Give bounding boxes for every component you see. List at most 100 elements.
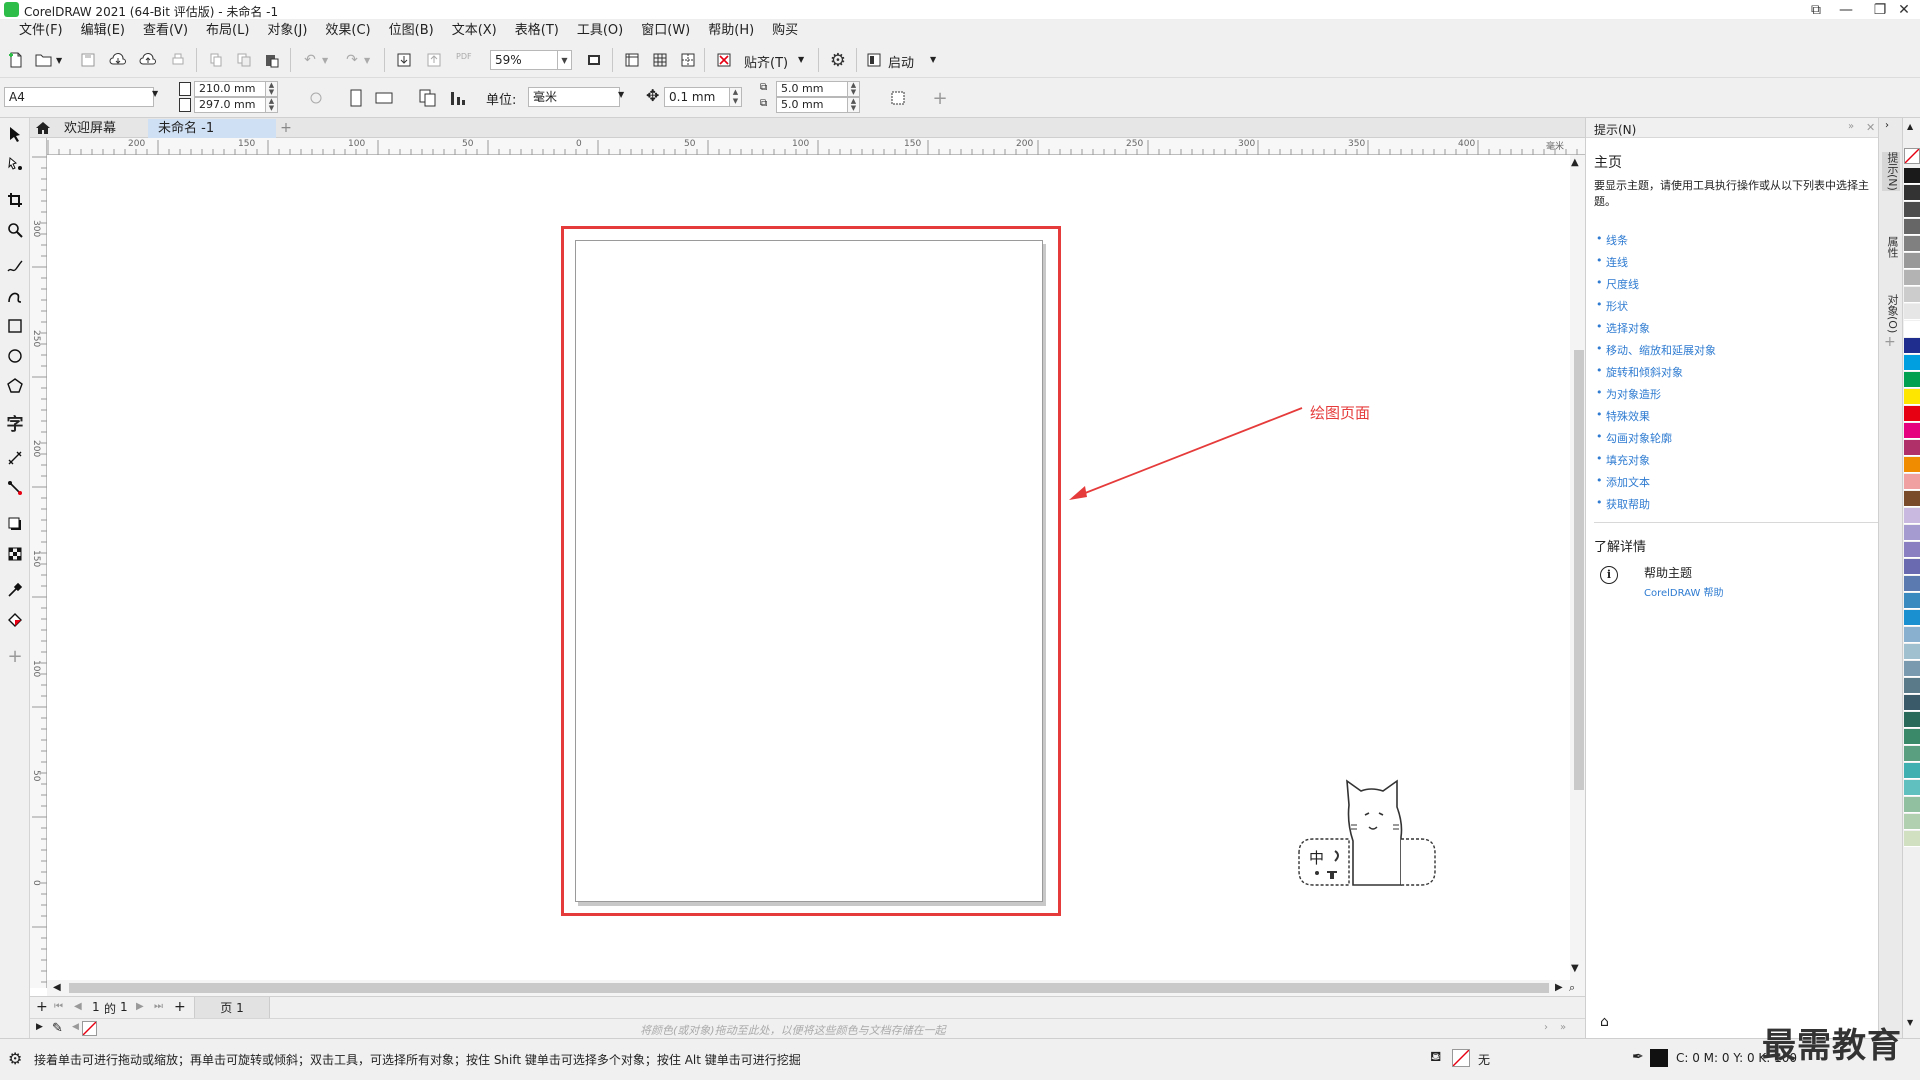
hint-link[interactable]: 特殊效果	[1606, 408, 1650, 424]
color-swatch[interactable]	[1904, 304, 1920, 320]
menu-window[interactable]: 窗口(W)	[632, 20, 699, 42]
color-swatch[interactable]	[1904, 389, 1920, 405]
color-swatch[interactable]	[1904, 440, 1920, 456]
vertical-ruler[interactable]: 300 250 200 150 100 50 0	[30, 138, 47, 988]
units-dropdown-icon[interactable]: ▼	[618, 90, 624, 99]
color-swatch[interactable]	[1904, 593, 1920, 609]
next-page-icon[interactable]: ▶	[136, 1001, 144, 1012]
add-page-before-icon[interactable]: +	[36, 999, 48, 1015]
page-layout-icon[interactable]	[304, 86, 328, 110]
docker-tab-hints[interactable]: 提示(N)	[1882, 152, 1900, 191]
cloud-download-icon[interactable]	[106, 48, 130, 72]
zoom-tool-icon[interactable]	[3, 218, 27, 242]
hint-link[interactable]: 线条	[1606, 232, 1628, 248]
nudge-spinner[interactable]: ▲ ▼	[730, 87, 742, 107]
redo-dropdown-icon[interactable]: ▼	[364, 56, 370, 65]
zoom-corner-icon[interactable]: ⌕	[1569, 981, 1575, 995]
hint-link[interactable]: 连线	[1606, 254, 1628, 270]
color-swatch[interactable]	[1904, 423, 1920, 439]
palette-up-icon[interactable]: ▲	[1907, 122, 1913, 131]
print-icon[interactable]	[166, 48, 190, 72]
show-guidelines-icon[interactable]	[676, 48, 700, 72]
save-icon[interactable]	[76, 48, 100, 72]
hint-link[interactable]: 尺度线	[1606, 276, 1639, 292]
vertical-scrollbar[interactable]: ▲ ▼	[1570, 155, 1585, 980]
duplicate-y-field[interactable]: 5.0 mm	[776, 97, 848, 113]
menu-help[interactable]: 帮助(H)	[699, 20, 763, 42]
new-document-icon[interactable]	[4, 48, 28, 72]
menu-effects[interactable]: 效果(C)	[316, 20, 379, 42]
first-page-icon[interactable]: ⏮	[54, 1001, 63, 1012]
color-swatch[interactable]	[1904, 508, 1920, 524]
current-page-icon[interactable]	[446, 86, 470, 110]
color-swatch[interactable]	[1904, 474, 1920, 490]
color-swatch[interactable]	[1904, 610, 1920, 626]
color-swatch[interactable]	[1904, 576, 1920, 592]
options-gear-icon[interactable]: ⚙	[826, 48, 850, 72]
page-size-select[interactable]: A4	[4, 87, 154, 107]
color-swatch[interactable]	[1904, 831, 1920, 847]
color-eyedropper-tool-icon[interactable]	[3, 578, 27, 602]
nudge-distance-field[interactable]: 0.1 mm	[664, 87, 730, 107]
color-swatch[interactable]	[1904, 406, 1920, 422]
color-swatch[interactable]	[1904, 321, 1920, 337]
color-swatch[interactable]	[1904, 678, 1920, 694]
color-swatch[interactable]	[1904, 644, 1920, 660]
artistic-media-tool-icon[interactable]	[3, 284, 27, 308]
add-page-after-icon[interactable]: +	[174, 999, 186, 1015]
rectangle-tool-icon[interactable]	[3, 314, 27, 338]
color-swatch[interactable]	[1904, 542, 1920, 558]
docker-tab-objects[interactable]: 对象(O)	[1882, 294, 1900, 333]
color-swatch[interactable]	[1904, 712, 1920, 728]
color-swatch[interactable]	[1904, 695, 1920, 711]
color-swatch[interactable]	[1904, 746, 1920, 762]
drawing-canvas[interactable]: 绘图页面 中	[47, 155, 1570, 980]
close-button[interactable]: ✕	[1888, 0, 1920, 20]
add-toolbar-item-icon[interactable]: +	[928, 86, 952, 110]
color-swatch[interactable]	[1904, 780, 1920, 796]
export-pdf-icon[interactable]: PDF	[456, 52, 472, 61]
export-icon[interactable]	[422, 48, 446, 72]
tab-welcome-screen[interactable]: 欢迎屏幕	[54, 119, 126, 138]
pick-tool-icon[interactable]	[3, 122, 27, 146]
polygon-tool-icon[interactable]	[3, 374, 27, 398]
launch-dropdown[interactable]: 启动	[888, 52, 914, 71]
scroll-left-icon[interactable]: ◀	[53, 982, 61, 993]
color-swatch[interactable]	[1904, 236, 1920, 252]
parallel-dimension-tool-icon[interactable]	[3, 446, 27, 470]
scroll-up-icon[interactable]: ▲	[1571, 157, 1579, 168]
palette-eyedropper-icon[interactable]: ✎	[52, 1021, 63, 1036]
add-docker-icon[interactable]: +	[1884, 334, 1896, 350]
page-width-spinner[interactable]: ▲ ▼	[266, 81, 278, 97]
undo-dropdown-icon[interactable]: ▼	[322, 56, 328, 65]
previous-page-icon[interactable]: ◀	[74, 1001, 82, 1012]
zoom-dropdown-icon[interactable]: ▼	[558, 50, 572, 70]
copy-icon[interactable]	[232, 48, 256, 72]
transparency-tool-icon[interactable]	[3, 542, 27, 566]
hint-link[interactable]: 添加文本	[1606, 474, 1650, 490]
crop-tool-icon[interactable]	[3, 188, 27, 212]
color-swatch[interactable]	[1904, 797, 1920, 813]
ellipse-tool-icon[interactable]	[3, 344, 27, 368]
import-icon[interactable]	[392, 48, 416, 72]
menu-view[interactable]: 查看(V)	[134, 20, 197, 42]
menu-buy[interactable]: 购买	[763, 20, 807, 42]
color-swatch[interactable]	[1904, 627, 1920, 643]
docker-tabs-arrow-icon[interactable]: ›	[1885, 120, 1889, 131]
hint-link[interactable]: 选择对象	[1606, 320, 1650, 336]
menu-bitmaps[interactable]: 位图(B)	[380, 20, 443, 42]
duplicate-y-spinner[interactable]: ▲ ▼	[848, 97, 860, 113]
cloud-upload-icon[interactable]	[136, 48, 160, 72]
duplicate-x-field[interactable]: 5.0 mm	[776, 81, 848, 97]
docker-home-icon[interactable]: ⌂	[1600, 1014, 1609, 1030]
redo-icon[interactable]: ↷	[340, 48, 364, 72]
ime-cat-sticker[interactable]: 中	[1297, 775, 1437, 887]
hint-link[interactable]: 旋转和倾斜对象	[1606, 364, 1683, 380]
color-swatch[interactable]	[1904, 525, 1920, 541]
menu-file[interactable]: 文件(F)	[10, 20, 72, 42]
hint-link[interactable]: 移动、缩放和延展对象	[1606, 342, 1716, 358]
horizontal-scroll-thumb[interactable]	[69, 983, 1549, 993]
color-swatch[interactable]	[1904, 202, 1920, 218]
color-swatch[interactable]	[1904, 168, 1920, 184]
menu-text[interactable]: 文本(X)	[443, 20, 506, 42]
